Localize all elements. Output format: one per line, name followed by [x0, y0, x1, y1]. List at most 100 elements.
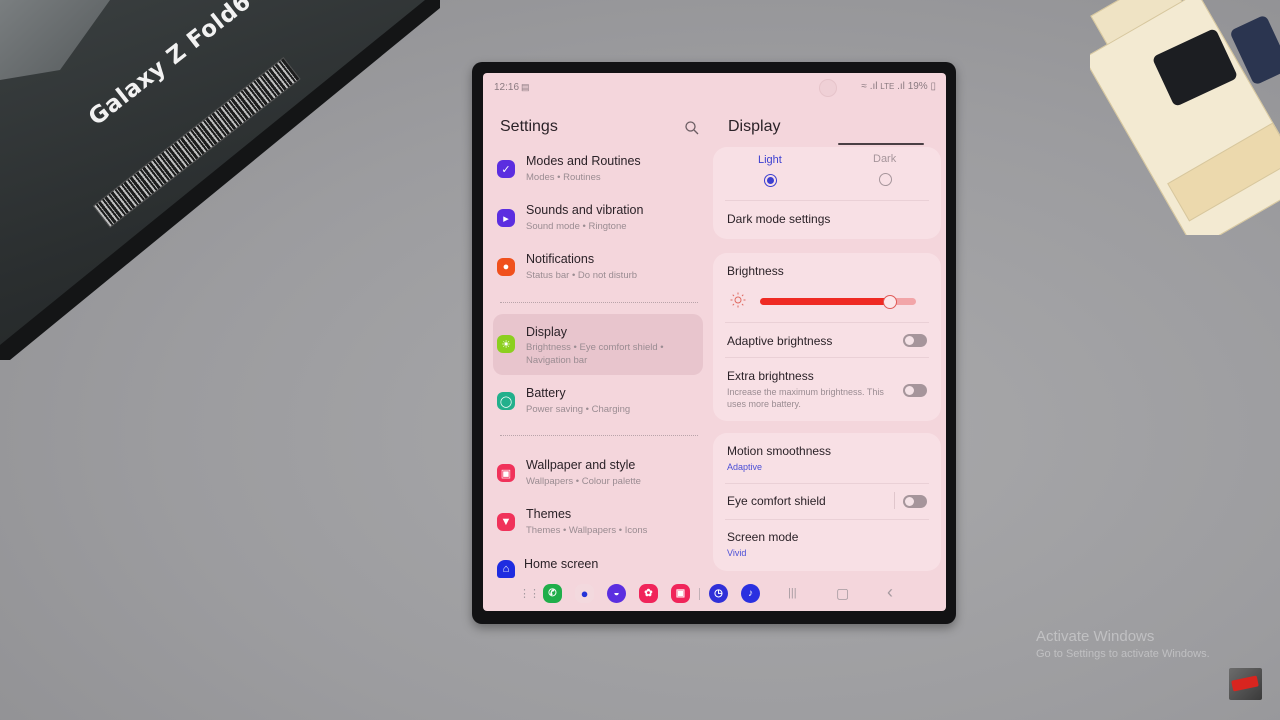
camera-app-icon[interactable]: ▣	[671, 584, 690, 603]
status-right: ≈ .ıl LTE .ıl 19% ▯	[861, 81, 936, 92]
item-label: Modes and Routines	[526, 154, 641, 168]
brightness-slider-fill	[760, 298, 890, 305]
adaptive-brightness-label: Adaptive brightness	[727, 334, 833, 348]
divider	[725, 357, 929, 358]
taskbar-divider	[699, 588, 700, 600]
item-sub: Status bar • Do not disturb	[526, 270, 638, 281]
dark-option-label: Dark	[873, 153, 897, 165]
settings-item-wallpaper[interactable]: ▣ Wallpaper and style Wallpapers • Colou…	[493, 455, 703, 501]
themes-icon: ▼	[497, 513, 515, 531]
status-time: 12:16	[494, 82, 520, 93]
gallery-notification-icon: ▤	[521, 82, 530, 92]
speaker-icon: ▸	[497, 209, 515, 227]
section-divider	[500, 435, 698, 436]
red-key-graphic	[1231, 675, 1259, 692]
dark-radio[interactable]	[879, 173, 892, 186]
item-label: Display	[526, 325, 567, 339]
under-display-camera	[819, 79, 837, 97]
divider	[725, 519, 929, 520]
display-pane: Display Light Dark Dark mode settings Br…	[713, 101, 946, 579]
music-app-icon[interactable]: ♪	[741, 584, 760, 603]
dark-mode-settings-label: Dark mode settings	[727, 212, 831, 226]
section-divider	[500, 302, 698, 303]
item-sub: Wallpapers • Colour palette	[526, 476, 641, 487]
settings-item-themes[interactable]: ▼ Themes Themes • Wallpapers • Icons	[493, 504, 703, 550]
extra-brightness-row[interactable]: Extra brightness Increase the maximum br…	[727, 369, 927, 410]
watermark-title: Activate Windows	[1036, 628, 1155, 645]
adaptive-brightness-toggle[interactable]	[903, 334, 927, 347]
back-button[interactable]: ‹	[887, 582, 893, 603]
item-sub: Sound mode • Ringtone	[526, 221, 627, 232]
settings-item-home-screen[interactable]: ⌂ Home screen	[493, 553, 703, 579]
signal-icon: .ıl	[869, 81, 878, 92]
search-icon[interactable]	[684, 120, 700, 136]
divider	[725, 200, 929, 201]
battery-icon: ▯	[930, 81, 936, 92]
home-button[interactable]: ▢	[836, 585, 849, 602]
item-label: Notifications	[526, 252, 595, 266]
battery-settings-icon: ◯	[497, 392, 515, 410]
item-sub: Power saving • Charging	[526, 404, 631, 415]
home-icon: ⌂	[497, 560, 515, 578]
internet-app-icon[interactable]: ◒	[607, 584, 626, 603]
wifi-icon: ≈	[861, 81, 867, 92]
settings-item-notifications[interactable]: ● Notifications Status bar • Do not dist…	[493, 249, 703, 295]
wallpaper-icon: ▣	[497, 464, 515, 482]
item-sub: Brightness • Eye comfort shield • Naviga…	[526, 342, 664, 366]
item-label: Wallpaper and style	[526, 458, 636, 472]
screen-mode-value: Vivid	[727, 548, 747, 558]
brightness-row: Brightness	[727, 264, 927, 278]
eye-comfort-shield-toggle[interactable]	[903, 495, 927, 508]
clock-app-icon[interactable]: ◷	[709, 584, 728, 603]
brightness-label: Brightness	[727, 264, 784, 278]
bixby-app-icon[interactable]: ✿	[639, 584, 658, 603]
volte-icon: LTE	[880, 82, 895, 91]
brightness-slider-thumb[interactable]	[883, 295, 898, 309]
eye-comfort-shield-row[interactable]: Eye comfort shield	[727, 494, 927, 508]
watermark-subtitle: Go to Settings to activate Windows.	[1036, 648, 1210, 660]
settings-item-display[interactable]: ☀ Display Brightness • Eye comfort shiel…	[493, 314, 703, 375]
channel-logo	[1229, 668, 1262, 700]
extra-brightness-toggle[interactable]	[903, 384, 927, 397]
settings-pane: Settings ✓ Modes and Routines Modes • Ro…	[483, 101, 711, 579]
item-label: Home screen	[524, 557, 599, 571]
brightness-icon: ☀	[497, 335, 515, 353]
item-label: Battery	[526, 386, 566, 400]
divider	[725, 322, 929, 323]
light-option-label: Light	[758, 154, 782, 166]
phone-app-icon[interactable]: ✆	[543, 584, 562, 603]
extra-brightness-label: Extra brightness	[727, 369, 814, 383]
screen-mode-row[interactable]: Screen mode Vivid	[727, 530, 927, 559]
dark-mode-settings-row[interactable]: Dark mode settings	[727, 212, 927, 226]
brightness-slider[interactable]	[760, 295, 916, 309]
sun-icon	[730, 292, 746, 308]
phone-screen: 12:16 ▤ ≈ .ıl LTE .ıl 19% ▯ Settings ✓ M…	[483, 73, 946, 611]
battery-percent: 19%	[907, 81, 928, 92]
messages-app-icon[interactable]: ●	[575, 584, 594, 603]
theme-card: Light Dark Dark mode settings	[713, 147, 941, 239]
adaptive-brightness-row[interactable]: Adaptive brightness	[727, 334, 927, 348]
settings-item-sounds[interactable]: ▸ Sounds and vibration Sound mode • Ring…	[493, 200, 703, 246]
modes-routines-icon: ✓	[497, 160, 515, 178]
notification-icon: ●	[497, 258, 515, 276]
motion-smoothness-value: Adaptive	[727, 462, 763, 472]
wooden-hinge-object	[1090, 0, 1280, 235]
signal-icon-2: .ıl	[897, 81, 905, 92]
settings-title: Settings	[500, 118, 558, 135]
status-bar: 12:16 ▤ ≈ .ıl LTE .ıl 19% ▯	[483, 73, 946, 101]
settings-item-modes-routines[interactable]: ✓ Modes and Routines Modes • Routines	[493, 151, 703, 197]
item-sub: Themes • Wallpapers • Icons	[526, 525, 648, 536]
extra-brightness-description: Increase the maximum brightness. This us…	[727, 387, 884, 409]
item-sub: Modes • Routines	[526, 172, 601, 183]
settings-item-battery[interactable]: ◯ Battery Power saving • Charging	[493, 383, 703, 429]
motion-card: Motion smoothness Adaptive Eye comfort s…	[713, 433, 941, 571]
motion-smoothness-row[interactable]: Motion smoothness Adaptive	[727, 444, 927, 473]
activate-windows-watermark: Activate Windows Go to Settings to activ…	[1036, 628, 1210, 660]
brightness-card: Brightness Adaptive brightness Extra bri…	[713, 253, 941, 421]
recents-button[interactable]: |||	[788, 587, 797, 599]
item-label: Sounds and vibration	[526, 203, 644, 217]
taskbar: ⋮⋮⋮ ✆ ● ◒ ✿ ▣ ◷ ♪ ||| ▢ ‹	[483, 579, 946, 611]
item-label: Themes	[526, 507, 572, 521]
light-radio[interactable]	[764, 174, 777, 187]
divider	[725, 483, 929, 484]
